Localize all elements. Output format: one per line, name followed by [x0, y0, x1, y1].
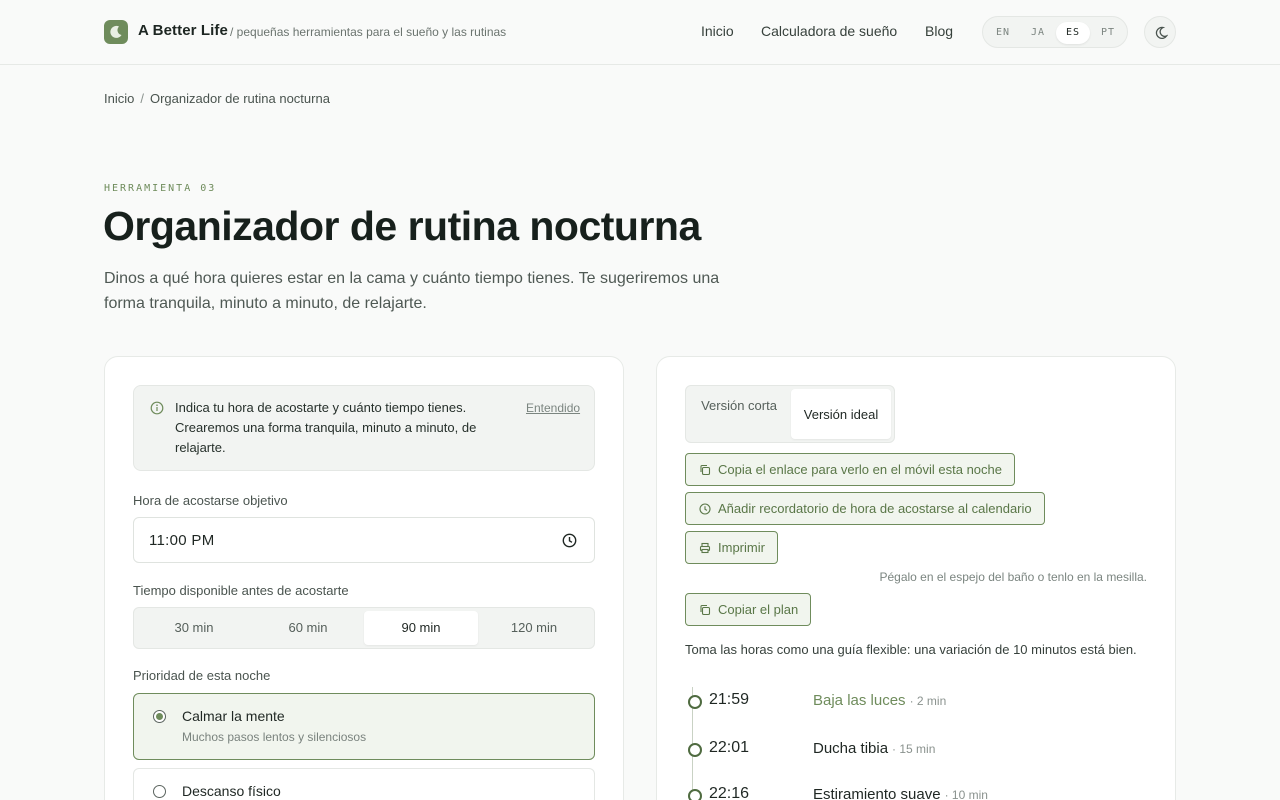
timeline-dot: [688, 695, 702, 709]
available-time-selector: 30 min 60 min 90 min 120 min: [133, 607, 595, 649]
priority-option-mind[interactable]: Calmar la mente Muchos pasos lentos y si…: [133, 693, 595, 760]
copy-link-button[interactable]: Copia el enlace para verlo en el móvil e…: [685, 453, 1016, 486]
copy-icon: [700, 604, 711, 616]
tab-ideal-version[interactable]: Versión ideal: [791, 389, 891, 439]
lang-ja[interactable]: JA: [1021, 22, 1055, 44]
priority-title: Calmar la mente: [182, 708, 285, 724]
breadcrumb: Inicio / Organizador de rutina nocturna: [104, 91, 330, 106]
copy-link-label: Copia el enlace para verlo en el móvil e…: [718, 462, 1003, 477]
lang-en[interactable]: EN: [986, 22, 1020, 44]
info-icon: [150, 401, 164, 415]
step-duration: · 15 min: [892, 742, 936, 756]
step-time: 21:59: [709, 691, 750, 708]
printer-icon: [699, 542, 711, 554]
time-option-60[interactable]: 60 min: [251, 611, 365, 645]
brand-name[interactable]: A Better Life: [138, 22, 228, 39]
available-time-label: Tiempo disponible antes de acostarte: [133, 583, 349, 598]
breadcrumb-home[interactable]: Inicio: [104, 91, 134, 106]
timeline-dot: [688, 789, 702, 800]
calendar-reminder-button[interactable]: Añadir recordatorio de hora de acostarse…: [685, 492, 1045, 525]
nav-calculadora[interactable]: Calculadora de sueño: [761, 23, 897, 39]
step-name[interactable]: Estiramiento suave · 10 min: [813, 786, 988, 800]
tool-eyebrow: HERRAMIENTA 03: [104, 183, 217, 194]
page-title: Organizador de rutina nocturna: [103, 203, 701, 249]
radio-selected[interactable]: [153, 710, 166, 723]
breadcrumb-current: Organizador de rutina nocturna: [149, 91, 330, 106]
step-time: 22:16: [709, 785, 750, 800]
page-description: Dinos a qué hora quieres estar en la cam…: [104, 270, 720, 312]
time-option-90[interactable]: 90 min: [364, 611, 478, 645]
moon-icon: [110, 25, 122, 38]
step-title: Ducha tibia: [813, 740, 889, 757]
step-name[interactable]: Ducha tibia · 15 min: [813, 740, 935, 757]
copy-plan-label: Copiar el plan: [718, 602, 799, 617]
priority-option-body[interactable]: Descanso físico: [133, 768, 595, 800]
copy-icon: [700, 464, 711, 476]
moon-icon: [1155, 26, 1168, 40]
radio-unselected[interactable]: [153, 785, 166, 798]
info-banner: Indica tu hora de acostarte y cuánto tie…: [133, 385, 595, 471]
routine-plan-card: Versión corta Versión ideal Copia el enl…: [656, 356, 1176, 800]
step-title: Baja las luces: [813, 692, 906, 709]
calendar-reminder-label: Añadir recordatorio de hora de acostarse…: [718, 501, 1032, 516]
lang-es[interactable]: ES: [1056, 22, 1090, 44]
nav-blog[interactable]: Blog: [925, 23, 953, 39]
info-dismiss-link[interactable]: Entendido: [526, 401, 580, 415]
theme-toggle-button[interactable]: [1144, 16, 1176, 48]
step-title: Estiramiento suave: [813, 786, 941, 800]
print-label: Imprimir: [718, 540, 765, 555]
logo[interactable]: [104, 20, 128, 44]
step-duration: · 10 min: [944, 788, 988, 800]
site-header: A Better Life / pequeñas herramientas pa…: [0, 0, 1280, 65]
priority-label: Prioridad de esta noche: [133, 668, 271, 683]
clock-icon[interactable]: [562, 533, 577, 548]
timeline-dot: [688, 743, 702, 757]
breadcrumb-separator: /: [140, 91, 144, 106]
language-switcher: EN JA ES PT: [982, 16, 1128, 48]
info-text: Indica tu hora de acostarte y cuánto tie…: [175, 400, 477, 455]
step-time: 22:01: [709, 739, 750, 756]
bedtime-value: 11:00 PM: [149, 532, 215, 549]
tab-short-version[interactable]: Versión corta: [689, 389, 789, 439]
priority-subtitle: Muchos pasos lentos y silenciosos: [182, 730, 367, 744]
time-option-30[interactable]: 30 min: [137, 611, 251, 645]
step-duration: · 2 min: [909, 694, 947, 708]
clock-icon: [699, 503, 711, 515]
brand-tagline: / pequeñas herramientas para el sueño y …: [230, 25, 507, 39]
priority-title: Descanso físico: [182, 783, 281, 799]
version-tabs: Versión corta Versión ideal: [685, 385, 895, 443]
step-name[interactable]: Baja las luces · 2 min: [813, 692, 946, 709]
timing-guide-text: Toma las horas como una guía flexible: u…: [685, 642, 1137, 657]
time-option-120[interactable]: 120 min: [477, 611, 591, 645]
bedtime-label: Hora de acostarse objetivo: [133, 493, 288, 508]
bedtime-input[interactable]: 11:00 PM: [133, 517, 595, 563]
nav-inicio[interactable]: Inicio: [701, 23, 734, 39]
routine-form-card: Indica tu hora de acostarte y cuánto tie…: [104, 356, 624, 800]
print-hint: Pégalo en el espejo del baño o tenlo en …: [879, 570, 1147, 584]
copy-plan-button[interactable]: Copiar el plan: [685, 593, 812, 626]
lang-pt[interactable]: PT: [1091, 22, 1125, 44]
print-button[interactable]: Imprimir: [685, 531, 778, 564]
